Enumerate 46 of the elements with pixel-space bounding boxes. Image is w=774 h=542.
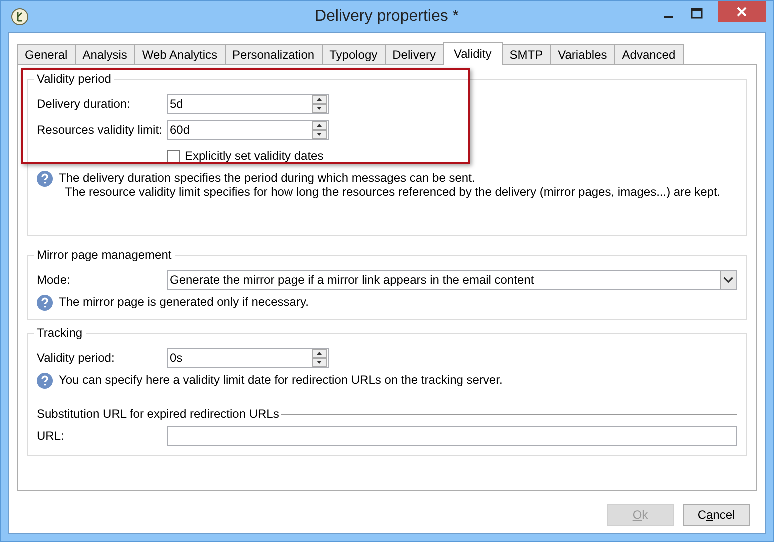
help-text: The mirror page is generated only if necessary.: [59, 295, 309, 309]
field-label: URL:: [37, 429, 66, 443]
tab[interactable]: Analysis: [74, 44, 136, 64]
spin-up-icon[interactable]: [312, 349, 327, 358]
tab[interactable]: Variables: [550, 44, 616, 64]
spin-up-icon[interactable]: [312, 121, 327, 130]
close-icon: [736, 6, 748, 18]
help-text: The delivery duration specifies the period during which messages can be sent.: [59, 171, 476, 185]
url-field[interactable]: [167, 426, 737, 446]
section-heading: Substitution URL for expired redirection URLs: [37, 407, 280, 421]
field-label: Delivery duration:: [37, 97, 132, 111]
cancel-button[interactable]: Cancel: [683, 504, 750, 526]
spin-field[interactable]: 0s: [167, 348, 329, 368]
group-legend: Validity period: [34, 72, 114, 86]
spin-field[interactable]: 5d: [167, 94, 329, 114]
help-text: The resource validity limit specifies for how long the resources referenced by the delivery (mirror pages, images...) are kept.: [65, 185, 721, 199]
field-label: Resources validity limit:: [37, 123, 164, 137]
tab[interactable]: Validity: [442, 42, 503, 65]
field-label: Mode:: [37, 273, 72, 287]
spin-field[interactable]: 60d: [167, 120, 329, 140]
field-label: Validity period:: [37, 351, 116, 365]
spin-up-icon[interactable]: [312, 95, 327, 104]
help-text: You can specify here a validity limit date for redirection URLs on the tracking server.: [59, 373, 503, 387]
help-icon: [37, 295, 53, 311]
checkbox[interactable]: [167, 150, 180, 162]
maximize-icon[interactable]: [690, 7, 704, 21]
tab[interactable]: SMTP: [502, 44, 552, 64]
app-icon: [11, 8, 29, 26]
chevron-down-icon[interactable]: [720, 271, 736, 289]
tab[interactable]: Typology: [322, 44, 386, 64]
group-legend: Tracking: [34, 326, 86, 340]
help-icon: [37, 171, 53, 187]
help-icon: [37, 373, 53, 389]
tab[interactable]: Advanced: [614, 44, 684, 64]
spin-down-icon[interactable]: [312, 130, 327, 139]
tab[interactable]: Web Analytics: [134, 44, 226, 64]
tab[interactable]: General: [17, 44, 76, 64]
tab[interactable]: Personalization: [224, 44, 323, 64]
tab[interactable]: Delivery: [384, 44, 444, 64]
close-button[interactable]: [718, 1, 766, 22]
spin-down-icon[interactable]: [312, 358, 327, 367]
window-title: Delivery properties *: [314, 8, 460, 26]
mode-dropdown[interactable]: Generate the mirror page if a mirror link appears in the email content: [167, 270, 737, 290]
checkbox-label: Explicitly set validity dates: [185, 149, 324, 163]
spin-down-icon[interactable]: [312, 104, 327, 113]
group-legend: Mirror page management: [34, 248, 175, 262]
